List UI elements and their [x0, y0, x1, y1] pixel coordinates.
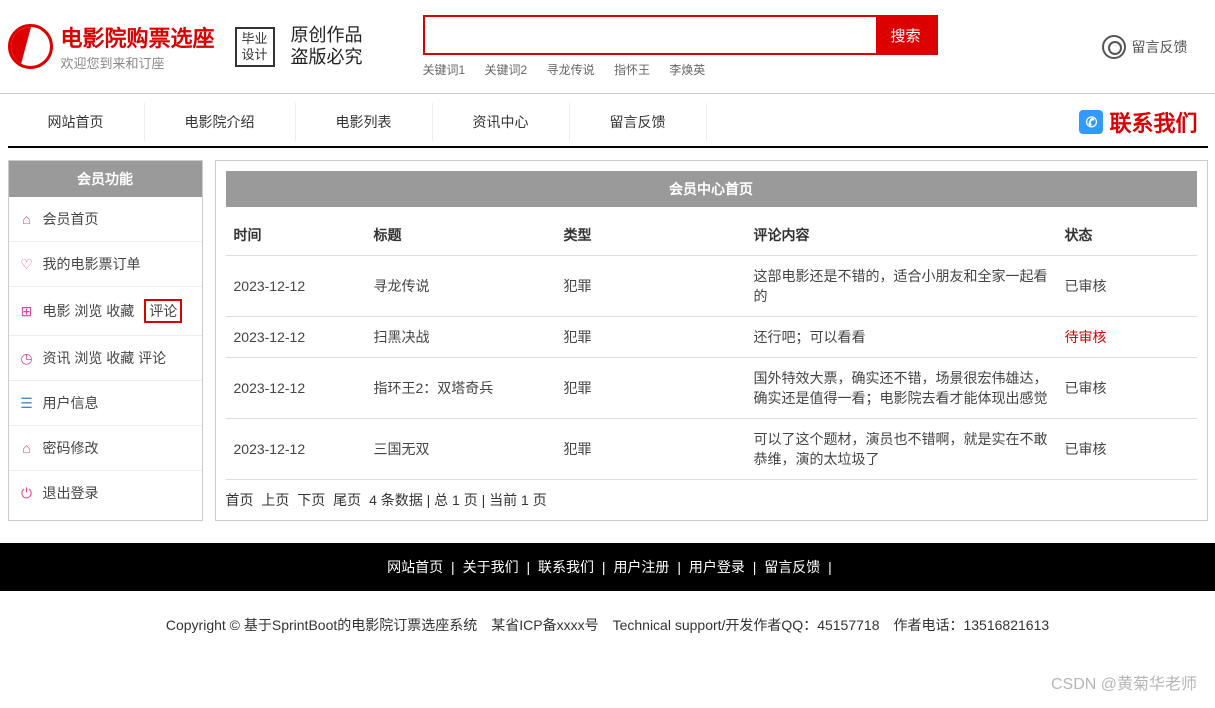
cell-content: 还行吧；可以看看 — [746, 317, 1057, 358]
footer-link[interactable]: 用户登录 — [689, 559, 745, 575]
power-icon: ⏻ — [19, 485, 35, 501]
main-nav: 网站首页 电影院介绍 电影列表 资讯中心 留言反馈 ✆ 联系我们 — [8, 102, 1208, 142]
table-header-row: 时间 标题 类型 评论内容 状态 — [226, 215, 1197, 256]
search-area: 搜索 关键词1 关键词2 寻龙传说 指怀王 李焕英 — [423, 15, 1102, 78]
col-type: 类型 — [556, 215, 746, 256]
stamp-badge: 毕业 设计 — [235, 27, 275, 67]
cell-time: 2023-12-12 — [226, 256, 366, 317]
pagination: 首页 上页 下页 尾页 4 条数据 | 总 1 页 | 当前 1 页 — [226, 490, 1197, 510]
page-prev[interactable]: 上页 — [261, 492, 289, 508]
page-last[interactable]: 尾页 — [333, 492, 361, 508]
cell-status: 待审核 — [1057, 317, 1197, 358]
contact-label: 联系我们 — [1109, 106, 1197, 138]
keyword-link[interactable]: 寻龙传说 — [547, 63, 595, 77]
cell-status: 已审核 — [1057, 256, 1197, 317]
nav-feedback[interactable]: 留言反馈 — [570, 103, 707, 141]
brush-text: 原创作品 盗版必究 — [291, 25, 363, 68]
keyword-link[interactable]: 李焕英 — [669, 63, 705, 77]
footer-link[interactable]: 联系我们 — [538, 559, 594, 575]
grid-icon: ⊞ — [19, 303, 35, 319]
cell-title: 寻龙传说 — [366, 256, 556, 317]
cell-type: 犯罪 — [556, 256, 746, 317]
sidebar-item-logout[interactable]: ⏻ 退出登录 — [9, 471, 202, 515]
cell-content: 这部电影还是不错的，适合小朋友和全家一起看的 — [746, 256, 1057, 317]
cell-type: 犯罪 — [556, 419, 746, 480]
search-input[interactable] — [425, 17, 876, 53]
clock-icon: ◷ — [19, 350, 35, 366]
cell-title: 三国无双 — [366, 419, 556, 480]
phone-icon: ✆ — [1079, 110, 1103, 134]
main-panel: 会员中心首页 时间 标题 类型 评论内容 状态 2023-12-12 寻龙传说 … — [215, 160, 1208, 521]
highlight-badge: 评论 — [144, 299, 182, 323]
keyword-link[interactable]: 指怀王 — [614, 63, 650, 77]
page-first[interactable]: 首页 — [226, 492, 254, 508]
headset-icon — [1102, 35, 1126, 59]
search-box: 搜索 — [423, 15, 938, 55]
keyword-link[interactable]: 关键词2 — [485, 63, 528, 77]
contact-us-button[interactable]: ✆ 联系我们 — [1079, 106, 1207, 138]
sidebar-item-news[interactable]: ◷ 资讯 浏览 收藏 评论 — [9, 336, 202, 381]
footer-link[interactable]: 用户注册 — [613, 559, 669, 575]
col-status: 状态 — [1057, 215, 1197, 256]
col-time: 时间 — [226, 215, 366, 256]
cell-content: 可以了这个题材，演员也不错啊，就是实在不敢恭维，演的太垃圾了 — [746, 419, 1057, 480]
keyword-link[interactable]: 关键词1 — [423, 63, 466, 77]
page-next[interactable]: 下页 — [297, 492, 325, 508]
cell-content: 国外特效大票，确实还不错，场景很宏伟雄达，确实还是值得一看；电影院去看才能体现出… — [746, 358, 1057, 419]
logo-text: 电影院购票选座 欢迎您到来和订座 — [61, 21, 215, 72]
site-slogan: 欢迎您到来和订座 — [61, 53, 215, 72]
home-icon: ⌂ — [19, 211, 35, 227]
cell-status: 已审核 — [1057, 419, 1197, 480]
sidebar-item-password[interactable]: ⌂ 密码修改 — [9, 426, 202, 471]
cell-time: 2023-12-12 — [226, 419, 366, 480]
nav-news[interactable]: 资讯中心 — [433, 103, 570, 141]
content: 会员功能 ⌂ 会员首页 ♡ 我的电影票订单 ⊞ 电影 浏览 收藏 评论 ◷ 资讯… — [8, 148, 1208, 533]
sidebar: 会员功能 ⌂ 会员首页 ♡ 我的电影票订单 ⊞ 电影 浏览 收藏 评论 ◷ 资讯… — [8, 160, 203, 521]
header: 电影院购票选座 欢迎您到来和订座 毕业 设计 原创作品 盗版必究 搜索 关键词1… — [8, 0, 1208, 93]
sidebar-item-orders[interactable]: ♡ 我的电影票订单 — [9, 242, 202, 287]
logo-icon — [8, 24, 53, 69]
cell-time: 2023-12-12 — [226, 317, 366, 358]
search-keywords: 关键词1 关键词2 寻龙传说 指怀王 李焕英 — [423, 61, 1102, 78]
footer-link[interactable]: 关于我们 — [463, 559, 519, 575]
sidebar-item-home[interactable]: ⌂ 会员首页 — [9, 197, 202, 242]
cell-type: 犯罪 — [556, 358, 746, 419]
footer-links: 网站首页 | 关于我们 | 联系我们 | 用户注册 | 用户登录 | 留言反馈 … — [0, 543, 1215, 591]
sidebar-item-movie[interactable]: ⊞ 电影 浏览 收藏 评论 — [9, 287, 202, 336]
feedback-link-top[interactable]: 留言反馈 — [1102, 35, 1208, 59]
cell-title: 扫黑决战 — [366, 317, 556, 358]
cell-type: 犯罪 — [556, 317, 746, 358]
cell-time: 2023-12-12 — [226, 358, 366, 419]
footer-link[interactable]: 留言反馈 — [764, 559, 820, 575]
ticket-icon: ♡ — [19, 256, 35, 272]
col-title: 标题 — [366, 215, 556, 256]
table-row: 2023-12-12 三国无双 犯罪 可以了这个题材，演员也不错啊，就是实在不敢… — [226, 419, 1197, 480]
table-row: 2023-12-12 指环王2：双塔奇兵 犯罪 国外特效大票，确实还不错，场景很… — [226, 358, 1197, 419]
sidebar-header: 会员功能 — [9, 161, 202, 197]
feedback-label: 留言反馈 — [1132, 37, 1188, 57]
panel-title: 会员中心首页 — [226, 171, 1197, 207]
logo-area: 电影院购票选座 欢迎您到来和订座 毕业 设计 原创作品 盗版必究 — [8, 21, 363, 72]
comments-table: 时间 标题 类型 评论内容 状态 2023-12-12 寻龙传说 犯罪 这部电影… — [226, 215, 1197, 480]
sidebar-item-userinfo[interactable]: ☰ 用户信息 — [9, 381, 202, 426]
lock-icon: ⌂ — [19, 440, 35, 456]
nav-cinema-intro[interactable]: 电影院介绍 — [145, 103, 296, 141]
page-info: 4 条数据 | 总 1 页 | 当前 1 页 — [369, 492, 547, 508]
col-content: 评论内容 — [746, 215, 1057, 256]
search-button[interactable]: 搜索 — [876, 17, 936, 53]
cell-title: 指环王2：双塔奇兵 — [366, 358, 556, 419]
footer-link[interactable]: 网站首页 — [387, 559, 443, 575]
cell-status: 已审核 — [1057, 358, 1197, 419]
copyright: Copyright © 基于SprintBoot的电影院订票选座系统 某省ICP… — [0, 591, 1215, 675]
table-row: 2023-12-12 寻龙传说 犯罪 这部电影还是不错的，适合小朋友和全家一起看… — [226, 256, 1197, 317]
nav-home[interactable]: 网站首页 — [8, 103, 145, 141]
table-row: 2023-12-12 扫黑决战 犯罪 还行吧；可以看看 待审核 — [226, 317, 1197, 358]
nav-movie-list[interactable]: 电影列表 — [296, 103, 433, 141]
list-icon: ☰ — [19, 395, 35, 411]
site-name: 电影院购票选座 — [61, 21, 215, 53]
